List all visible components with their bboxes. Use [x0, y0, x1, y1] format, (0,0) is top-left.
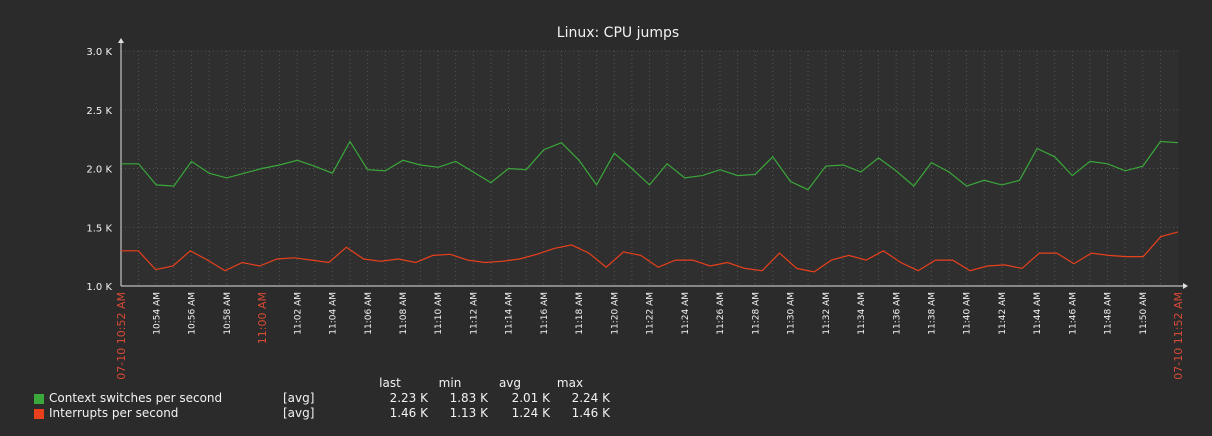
y-tick-label: 3.0 K — [86, 47, 112, 58]
x-tick-label: 11:24 AM — [681, 292, 691, 335]
x-tick-label: 11:46 AM — [1068, 292, 1078, 335]
legend-min: 1.13 K — [449, 406, 488, 420]
line-chart: Linux: CPU jumps 1.0 K 1.5 K 2.0 K 2.5 K 3.0… — [86, 25, 1188, 380]
x-tick-label: 11:08 AM — [399, 292, 409, 335]
x-tick-label: 07-10 11:52 AM — [1172, 292, 1185, 380]
x-tick-label: 11:14 AM — [505, 292, 515, 335]
x-tick-label: 11:00 AM — [256, 292, 269, 344]
x-tick-label: 11:40 AM — [963, 292, 973, 335]
x-tick-label: 11:50 AM — [1139, 292, 1149, 335]
legend-header-avg: avg — [498, 376, 522, 390]
legend-max: 2.24 K — [571, 391, 610, 405]
x-tick-label: 11:28 AM — [751, 292, 761, 335]
y-tick-label: 2.0 K — [86, 165, 112, 176]
x-tick-label: 10:54 AM — [152, 292, 162, 335]
chart-title: Linux: CPU jumps — [557, 25, 679, 41]
legend-func: [avg] — [283, 406, 315, 420]
legend-series-name: Context switches per second — [49, 391, 223, 405]
y-tick-label: 2.5 K — [86, 106, 112, 117]
legend-max: 1.46 K — [571, 406, 610, 420]
x-tick-label: 11:18 AM — [575, 292, 585, 335]
legend-header-min: min — [438, 376, 462, 390]
y-tick-label: 1.0 K — [86, 282, 112, 293]
legend-func: [avg] — [283, 391, 315, 405]
x-tick-label: 11:04 AM — [329, 292, 339, 335]
x-tick-label: 11:32 AM — [822, 292, 832, 335]
x-tick-label: 07-10 10:52 AM — [115, 292, 128, 380]
x-tick-label: 11:16 AM — [540, 292, 550, 335]
x-tick-label: 11:38 AM — [928, 292, 938, 335]
grid — [121, 50, 1178, 287]
x-tick-label: 11:48 AM — [1104, 292, 1114, 335]
x-tick-label: 11:30 AM — [787, 292, 797, 335]
x-tick-label: 11:10 AM — [434, 292, 444, 335]
legend-swatch — [34, 409, 44, 419]
x-tick-label: 11:42 AM — [998, 292, 1008, 335]
x-tick-label: 11:36 AM — [892, 292, 902, 335]
legend-last: 2.23 K — [389, 391, 428, 405]
x-tick-label: 11:12 AM — [469, 292, 479, 335]
x-tick-label: 11:06 AM — [364, 292, 374, 335]
x-tick-label: 11:34 AM — [857, 292, 867, 335]
x-tick-label: 10:58 AM — [223, 292, 233, 335]
x-tick-label: 10:56 AM — [188, 292, 198, 335]
x-tick-label: 11:26 AM — [716, 292, 726, 335]
x-tick-label: 11:02 AM — [293, 292, 303, 335]
legend-last: 1.46 K — [389, 406, 428, 420]
legend-avg: 2.01 K — [511, 391, 550, 405]
y-axis-arrow — [118, 38, 124, 43]
x-axis-arrow — [1183, 283, 1188, 289]
legend-series-name: Interrupts per second — [49, 406, 179, 420]
legend-header-max: max — [556, 376, 584, 390]
legend-avg: 1.24 K — [511, 406, 550, 420]
legend-swatch — [34, 394, 44, 404]
x-tick-label: 11:44 AM — [1033, 292, 1043, 335]
y-tick-label: 1.5 K — [86, 223, 112, 234]
x-tick-label: 11:22 AM — [646, 292, 656, 335]
x-tick-label: 11:20 AM — [610, 292, 620, 335]
legend-header-last: last — [379, 376, 401, 390]
legend-min: 1.83 K — [449, 391, 488, 405]
